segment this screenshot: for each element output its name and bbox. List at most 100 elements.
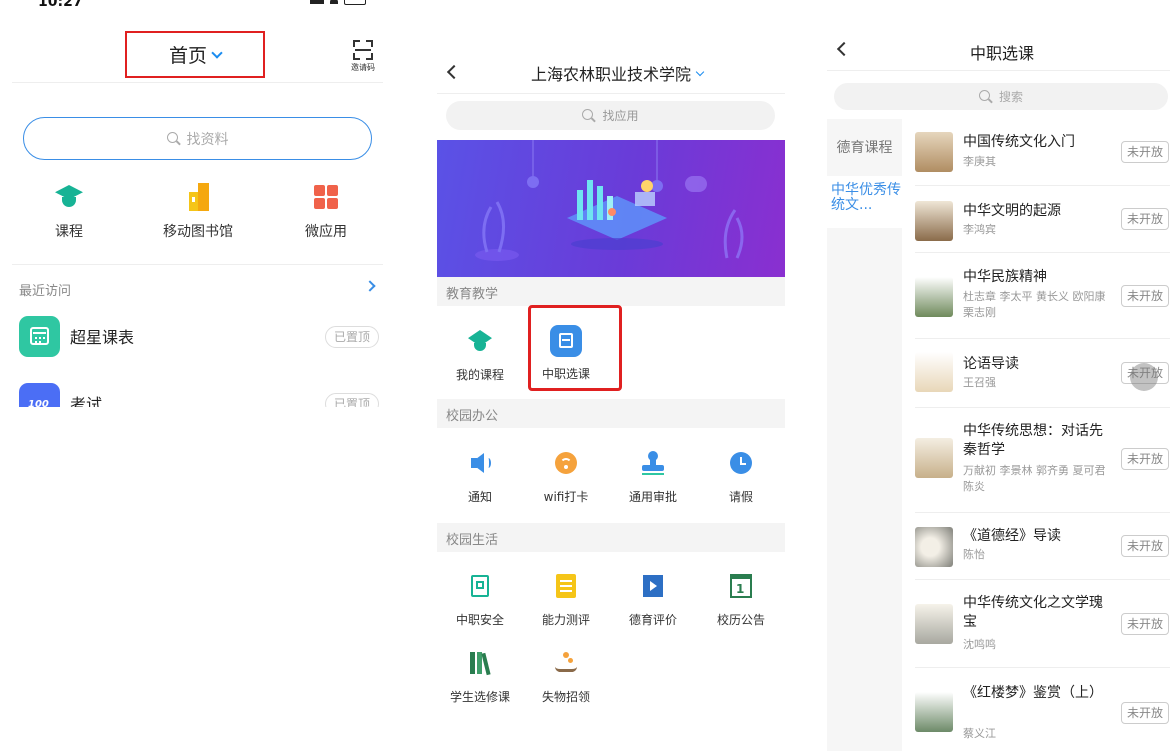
- section-header-office: 校园办公: [437, 399, 785, 428]
- course-thumbnail: [915, 352, 953, 392]
- page-title: 上海农林职业技术学院: [530, 65, 691, 84]
- course-selection-screen: 中职选课 搜索 德育课程 中华优秀传统文... 中国传统文化入门 李庚其 未开放…: [827, 0, 1170, 751]
- course-status-button[interactable]: 未开放: [1121, 535, 1169, 557]
- course-status-button[interactable]: 未开放: [1121, 448, 1169, 470]
- course-title: 中华传统文化之文学瑰宝: [963, 595, 1103, 630]
- banner-image[interactable]: [437, 140, 785, 277]
- back-icon[interactable]: [836, 41, 852, 57]
- calendar-page-icon: 1: [728, 573, 754, 599]
- app-lost-and-found[interactable]: 失物招领: [526, 650, 606, 705]
- course-title: 中华传统思想：对话先秦哲学: [963, 423, 1103, 458]
- touch-indicator: [1130, 363, 1158, 391]
- search-icon: [582, 108, 596, 123]
- course-title: 《红楼梦》鉴赏（上）: [963, 685, 1103, 701]
- search-placeholder: 找应用: [602, 109, 639, 123]
- status-time: 10:27: [38, 0, 83, 10]
- section-title: 校园办公: [446, 409, 499, 424]
- status-icons: [300, 0, 375, 8]
- app-moral-evaluation[interactable]: 德育评价: [613, 573, 693, 628]
- course-row[interactable]: 中国传统文化入门 李庚其 未开放: [915, 119, 1170, 186]
- app-label: 中职安全: [455, 613, 504, 627]
- section-title: 校园生活: [446, 533, 499, 548]
- category-traditional-culture[interactable]: 中华优秀传统文...: [827, 176, 902, 228]
- app-search-input[interactable]: 找应用: [446, 101, 775, 130]
- highlight-box: [528, 305, 622, 391]
- school-selector[interactable]: 上海农林职业技术学院: [517, 61, 717, 85]
- home-title-dropdown[interactable]: 首页: [125, 31, 265, 78]
- app-safety[interactable]: 中职安全: [440, 573, 520, 628]
- course-row[interactable]: 《红楼梦》鉴赏（上） 蔡义江 未开放: [915, 668, 1170, 751]
- app-label: wifi打卡: [543, 490, 589, 504]
- course-row[interactable]: 中华传统思想：对话先秦哲学 万献初 李景林 郭齐勇 夏可君 陈炎 未开放: [915, 408, 1170, 513]
- section-header-teaching: 教育教学: [437, 277, 785, 306]
- grid-item-course[interactable]: 课程: [14, 183, 124, 241]
- course-thumbnail: [915, 277, 953, 317]
- pinned-badge[interactable]: 已置顶: [324, 326, 379, 348]
- app-school-calendar[interactable]: 1 校历公告: [701, 573, 781, 628]
- course-title: 中华民族精神: [963, 269, 1047, 285]
- course-author: 万献初 李景林 郭齐勇 夏可君 陈炎: [963, 464, 1106, 493]
- course-status-button[interactable]: 未开放: [1121, 613, 1169, 635]
- home-screen: 10:27 首页 邀请码 找资料 课程 移动图书馆 微应用 最近访问 超星课表 …: [0, 0, 395, 751]
- course-row[interactable]: 《道德经》导读 陈怡 未开放: [915, 513, 1170, 580]
- category-moral-education[interactable]: 德育课程: [827, 137, 902, 157]
- back-icon[interactable]: [446, 64, 462, 80]
- course-row[interactable]: 中华传统文化之文学瑰宝 沈鸣鸣 未开放: [915, 580, 1170, 668]
- scan-icon: [353, 40, 373, 60]
- recent-item-name: 超星课表: [70, 328, 135, 347]
- calendar-icon: [19, 316, 60, 357]
- grid-apps-icon: [311, 183, 341, 211]
- course-author: 李鸿宾: [963, 223, 996, 236]
- course-status-button[interactable]: 未开放: [1121, 285, 1169, 307]
- app-label: 通用审批: [628, 490, 677, 504]
- search-icon: [978, 89, 993, 104]
- app-notice[interactable]: 通知: [440, 450, 520, 505]
- wifi-icon: [553, 450, 579, 476]
- course-status-button[interactable]: 未开放: [1121, 141, 1169, 163]
- graduation-cap-icon: [54, 183, 84, 211]
- course-thumbnail: [915, 438, 953, 478]
- app-label: 校历公告: [716, 613, 765, 627]
- assessment-icon: [553, 573, 579, 599]
- course-search-input[interactable]: 搜索: [834, 83, 1168, 110]
- app-assessment[interactable]: 能力测评: [526, 573, 606, 628]
- course-author: 陈怡: [963, 548, 985, 561]
- search-input[interactable]: 找资料: [23, 117, 372, 160]
- app-leave[interactable]: 请假: [701, 450, 781, 505]
- clock-icon: [728, 450, 754, 476]
- course-status-button[interactable]: 未开放: [1121, 702, 1169, 724]
- chevron-right-icon[interactable]: [364, 280, 376, 292]
- course-title: 中华文明的起源: [963, 203, 1061, 219]
- grid-item-label: 微应用: [305, 224, 347, 240]
- course-title: 中国传统文化入门: [963, 134, 1075, 150]
- course-row[interactable]: 中华民族精神 杜志章 李太平 黄长义 欧阳康 栗志刚 未开放: [915, 253, 1170, 339]
- grid-item-micro-apps[interactable]: 微应用: [271, 183, 381, 241]
- app-label: 通知: [467, 490, 492, 504]
- app-wifi-checkin[interactable]: wifi打卡: [526, 450, 606, 505]
- invite-code-button[interactable]: 邀请码: [348, 40, 378, 73]
- course-author: 杜志章 李太平 黄长义 欧阳康 栗志刚: [963, 290, 1106, 319]
- app-my-courses[interactable]: 我的课程: [440, 328, 520, 383]
- app-approval[interactable]: 通用审批: [613, 450, 693, 505]
- course-thumbnail: [915, 527, 953, 567]
- course-author: 李庚其: [963, 155, 996, 168]
- recent-item-schedule[interactable]: 超星课表 已置顶: [19, 316, 379, 357]
- books-icon: [467, 650, 493, 676]
- search-placeholder: 找资料: [186, 131, 229, 148]
- course-row[interactable]: 中华文明的起源 李鸿宾 未开放: [915, 186, 1170, 253]
- section-divider: [12, 264, 383, 265]
- hand-icon: [553, 650, 579, 676]
- chevron-down-icon: [211, 46, 223, 59]
- course-thumbnail: [915, 604, 953, 644]
- app-electives[interactable]: 学生选修课: [440, 650, 520, 705]
- safety-icon: [467, 573, 493, 599]
- stamp-icon: [640, 450, 666, 476]
- grid-item-library[interactable]: 移动图书馆: [143, 183, 253, 241]
- school-apps-screen: 上海农林职业技术学院 找应用 教育教学 我的课程 中职选课 校园办公 通知 wi…: [437, 0, 787, 751]
- course-thumbnail: [915, 132, 953, 172]
- section-header-life: 校园生活: [437, 523, 785, 552]
- course-status-button[interactable]: 未开放: [1121, 208, 1169, 230]
- course-thumbnail: [915, 692, 953, 732]
- app-label: 德育评价: [628, 613, 677, 627]
- search-icon: [166, 131, 181, 146]
